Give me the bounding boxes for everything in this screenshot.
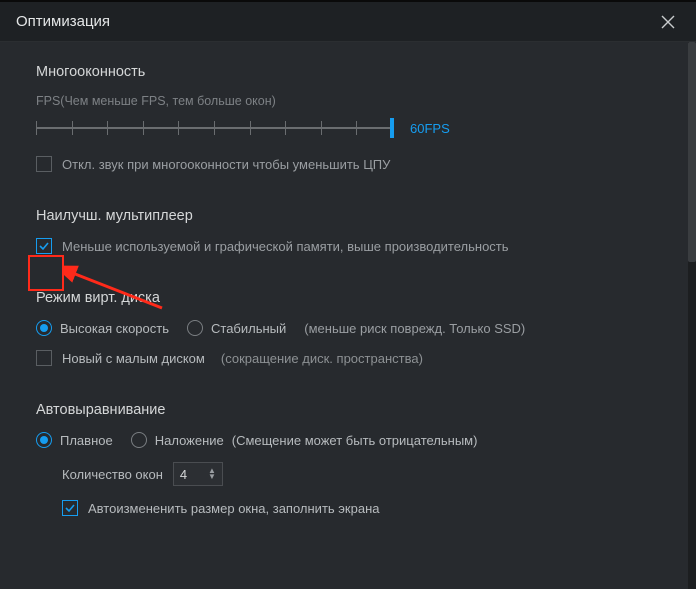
fps-slider[interactable] (36, 118, 392, 138)
vdisk-stable-note: (меньше риск поврежд. Только SSD) (304, 321, 525, 336)
titlebar: Оптимизация (0, 0, 696, 42)
slider-tick (250, 121, 251, 135)
section-vdisk: Режим вирт. диска Высокая скорость Стаби… (0, 264, 688, 366)
scrollbar-track[interactable] (688, 42, 696, 589)
content-area: Многооконность FPS(Чем меньше FPS, тем б… (0, 42, 688, 589)
slider-tick (178, 121, 179, 135)
slider-tick (72, 121, 73, 135)
fps-value: 60FPS (410, 121, 450, 136)
vdisk-stable-radio[interactable] (187, 320, 203, 336)
fps-hint: FPS(Чем меньше FPS, тем больше окон) (36, 94, 652, 108)
best-mp-label: Меньше используемой и графической памяти… (62, 239, 509, 254)
multiwindow-title: Многооконность (36, 64, 652, 80)
align-overlay-label: Наложение (155, 433, 224, 448)
window-title: Оптимизация (16, 13, 110, 30)
scrollbar-thumb[interactable] (688, 42, 696, 262)
vdisk-newsmall-note: (сокращение диск. пространства) (221, 351, 423, 366)
vdisk-title: Режим вирт. диска (36, 290, 652, 306)
slider-tick (107, 121, 108, 135)
window-count-input[interactable]: 4 ▲▼ (173, 462, 223, 486)
section-multiwindow: Многооконность FPS(Чем меньше FPS, тем б… (0, 42, 688, 172)
stepper-icon[interactable]: ▲▼ (208, 468, 216, 480)
align-smooth-radio[interactable] (36, 432, 52, 448)
autosize-label: Автоизмененить размер окна, заполнить эк… (88, 501, 379, 516)
slider-tick (356, 121, 357, 135)
align-smooth-label: Плавное (60, 433, 113, 448)
align-title: Автовыравнивание (36, 402, 652, 418)
vdisk-stable-label: Стабильный (211, 321, 286, 336)
align-overlay-note: (Смещение может быть отрицательным) (232, 433, 478, 448)
mute-sound-checkbox[interactable] (36, 156, 52, 172)
close-icon[interactable] (656, 10, 680, 34)
section-best-multiplayer: Наилучш. мультиплеер Меньше используемой… (0, 182, 688, 254)
slider-tick (36, 121, 37, 135)
window-count-value: 4 (180, 467, 187, 482)
slider-tick (143, 121, 144, 135)
best-mp-checkbox[interactable] (36, 238, 52, 254)
vdisk-fast-radio[interactable] (36, 320, 52, 336)
vdisk-fast-label: Высокая скорость (60, 321, 169, 336)
vdisk-newsmall-checkbox[interactable] (36, 350, 52, 366)
mute-sound-label: Откл. звук при многооконности чтобы умен… (62, 157, 390, 172)
slider-tick (214, 121, 215, 135)
best-mp-title: Наилучш. мультиплеер (36, 208, 652, 224)
slider-tick (285, 121, 286, 135)
vdisk-newsmall-label: Новый с малым диском (62, 351, 205, 366)
slider-tick (321, 121, 322, 135)
section-align: Автовыравнивание Плавное Наложение (Смеще… (0, 376, 688, 516)
slider-handle[interactable] (390, 118, 394, 138)
window-count-label: Количество окон (62, 467, 163, 482)
align-overlay-radio[interactable] (131, 432, 147, 448)
autosize-checkbox[interactable] (62, 500, 78, 516)
